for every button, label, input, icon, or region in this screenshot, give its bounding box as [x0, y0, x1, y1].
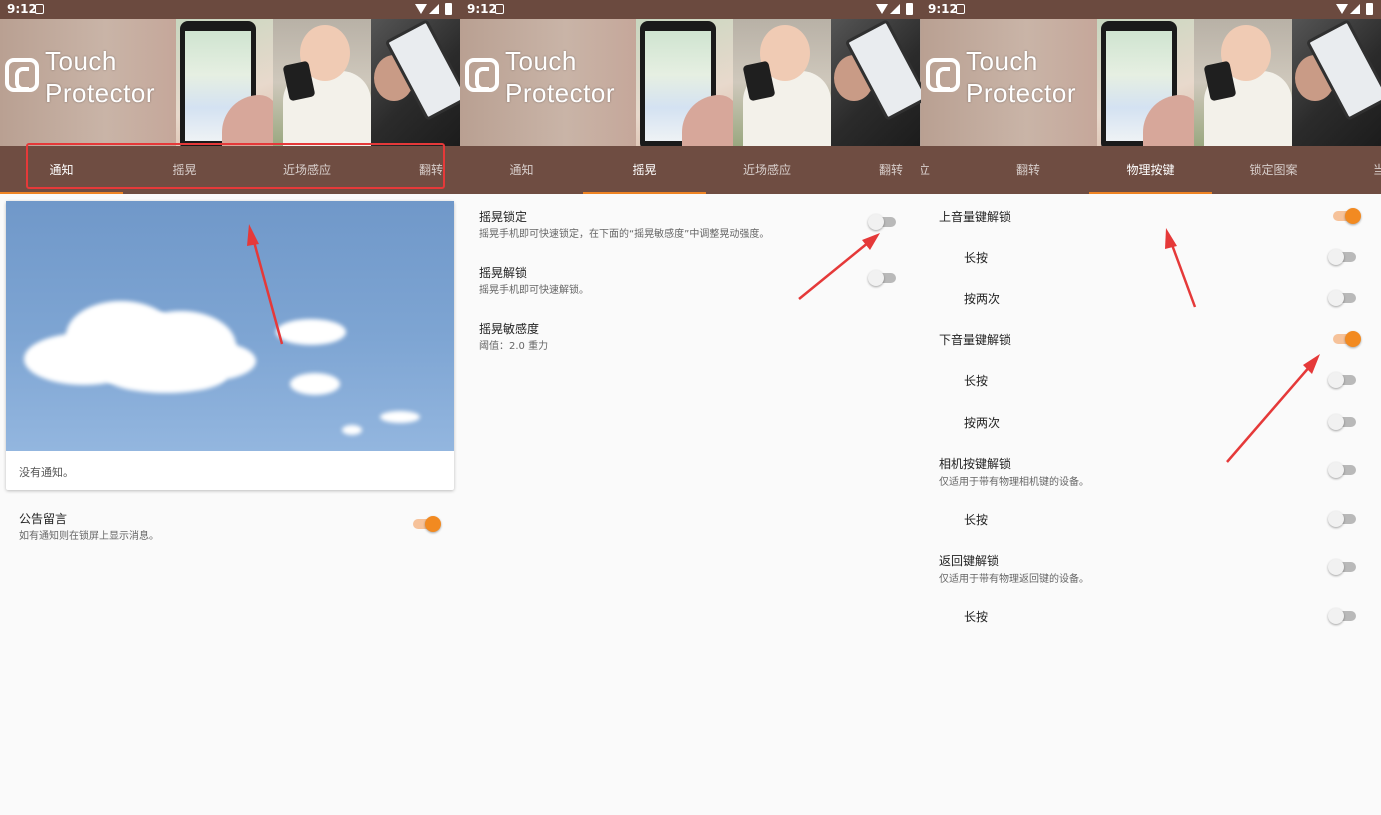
- notification-icon: [35, 4, 44, 14]
- empty-notification-text: 没有通知。: [19, 466, 74, 479]
- tab-physical-buttons[interactable]: 物理按键: [1089, 146, 1212, 194]
- battery-icon: [1366, 3, 1373, 15]
- setting-subtitle: 仅适用于带有物理相机键的设备。: [939, 477, 1089, 488]
- tab-flip[interactable]: 翻转: [828, 146, 921, 194]
- notification-icon: [956, 4, 965, 14]
- tab-bar: 通知 摇晃 近场感应 翻转: [0, 146, 460, 194]
- setting-subtitle: 摇晃手机即可快速锁定，在下面的“摇晃敏感度”中调整晃动强度。: [479, 229, 770, 240]
- tab-lock-pattern[interactable]: 锁定图案: [1212, 146, 1335, 194]
- tab-flip[interactable]: 翻转: [967, 146, 1089, 194]
- setting-subtitle: 如有通知则在锁屏上显示消息。: [19, 531, 159, 542]
- volume-up-double-press-toggle[interactable]: [1328, 290, 1356, 306]
- setting-title: 长按: [964, 374, 989, 388]
- setting-title: 摇晃锁定: [479, 210, 528, 224]
- setting-title: 摇晃敏感度: [479, 322, 540, 336]
- shake-unlock-toggle[interactable]: [868, 270, 896, 286]
- back-long-press-toggle[interactable]: [1328, 608, 1356, 624]
- status-time: 9:12: [467, 2, 497, 16]
- wifi-icon: [1336, 4, 1348, 14]
- back-unlock-toggle[interactable]: [1328, 559, 1356, 575]
- tab-bar: 通知 摇晃 近场感应 翻转: [460, 146, 921, 194]
- header-banner: Touch Protector: [921, 19, 1381, 146]
- setting-title: 长按: [964, 251, 989, 265]
- signal-icon: [1350, 4, 1360, 14]
- announcement-toggle[interactable]: [413, 516, 441, 532]
- signal-icon: [429, 4, 439, 14]
- app-logo-icon: [926, 58, 960, 92]
- wifi-icon: [876, 4, 888, 14]
- battery-icon: [445, 3, 452, 15]
- status-time: 9:12: [928, 2, 958, 16]
- tab-notification[interactable]: 通知: [460, 146, 583, 194]
- volume-up-unlock-toggle[interactable]: [1333, 208, 1361, 224]
- setting-title: 摇晃解锁: [479, 266, 528, 280]
- header-banner: Touch Protector: [460, 19, 921, 146]
- setting-title: 按两次: [964, 416, 1001, 430]
- header-banner: Touch Protector: [0, 19, 460, 146]
- volume-down-double-press-toggle[interactable]: [1328, 414, 1356, 430]
- setting-title: 下音量键解锁: [939, 333, 1012, 347]
- volume-up-long-press-toggle[interactable]: [1328, 249, 1356, 265]
- app-logo-text: Touch Protector: [45, 46, 155, 108]
- tab-indicator: [0, 192, 123, 194]
- camera-unlock-toggle[interactable]: [1328, 462, 1356, 478]
- tab-flip[interactable]: 翻转: [368, 146, 460, 194]
- setting-title: 上音量键解锁: [939, 210, 1012, 224]
- tab-partial-left[interactable]: 立: [921, 146, 931, 194]
- status-bar: 9:12: [460, 0, 921, 19]
- tab-indicator: [1089, 192, 1212, 194]
- tab-shake[interactable]: 摇晃: [123, 146, 246, 194]
- volume-down-unlock-toggle[interactable]: [1333, 331, 1361, 347]
- status-time: 9:12: [7, 2, 37, 16]
- wifi-icon: [415, 4, 427, 14]
- shake-lock-toggle[interactable]: [868, 214, 896, 230]
- notification-screen: 9:12 Touch Protector 通知 摇晃 近场感应 翻转 没有通知。…: [0, 0, 460, 815]
- tab-shake[interactable]: 摇晃: [583, 146, 706, 194]
- tab-partial-right[interactable]: 当: [1373, 146, 1381, 194]
- signal-icon: [890, 4, 900, 14]
- shake-screen: 9:12 Touch Protector 通知 摇晃 近场感应 翻转 摇晃锁定 …: [460, 0, 921, 815]
- app-logo-text: Touch Protector: [966, 46, 1076, 108]
- battery-icon: [906, 3, 913, 15]
- setting-title: 按两次: [964, 292, 1001, 306]
- status-bar: 9:12: [0, 0, 460, 19]
- setting-subtitle: 阈值：2.0 重力: [479, 341, 549, 352]
- notification-icon: [495, 4, 504, 14]
- app-logo-icon: [5, 58, 39, 92]
- tab-bar: 立 翻转 物理按键 锁定图案 当: [921, 146, 1381, 194]
- status-bar: 9:12: [921, 0, 1381, 19]
- tab-proximity[interactable]: 近场感应: [706, 146, 828, 194]
- setting-title: 长按: [964, 610, 989, 624]
- camera-long-press-toggle[interactable]: [1328, 511, 1356, 527]
- tab-indicator: [583, 192, 706, 194]
- setting-title: 返回键解锁: [939, 554, 1000, 568]
- setting-title: 长按: [964, 513, 989, 527]
- tab-proximity[interactable]: 近场感应: [246, 146, 368, 194]
- setting-subtitle: 仅适用于带有物理返回键的设备。: [939, 574, 1089, 585]
- sky-image: [6, 201, 454, 451]
- tab-notification[interactable]: 通知: [0, 146, 123, 194]
- setting-subtitle: 摇晃手机即可快速解锁。: [479, 285, 589, 296]
- app-logo-text: Touch Protector: [505, 46, 615, 108]
- physical-buttons-screen: 9:12 Touch Protector 立 翻转 物理按键 锁定图案 当 上音…: [921, 0, 1381, 815]
- volume-down-long-press-toggle[interactable]: [1328, 372, 1356, 388]
- notification-card: 没有通知。: [6, 201, 454, 490]
- setting-title: 相机按键解锁: [939, 457, 1012, 471]
- setting-title: 公告留言: [19, 512, 68, 526]
- app-logo-icon: [465, 58, 499, 92]
